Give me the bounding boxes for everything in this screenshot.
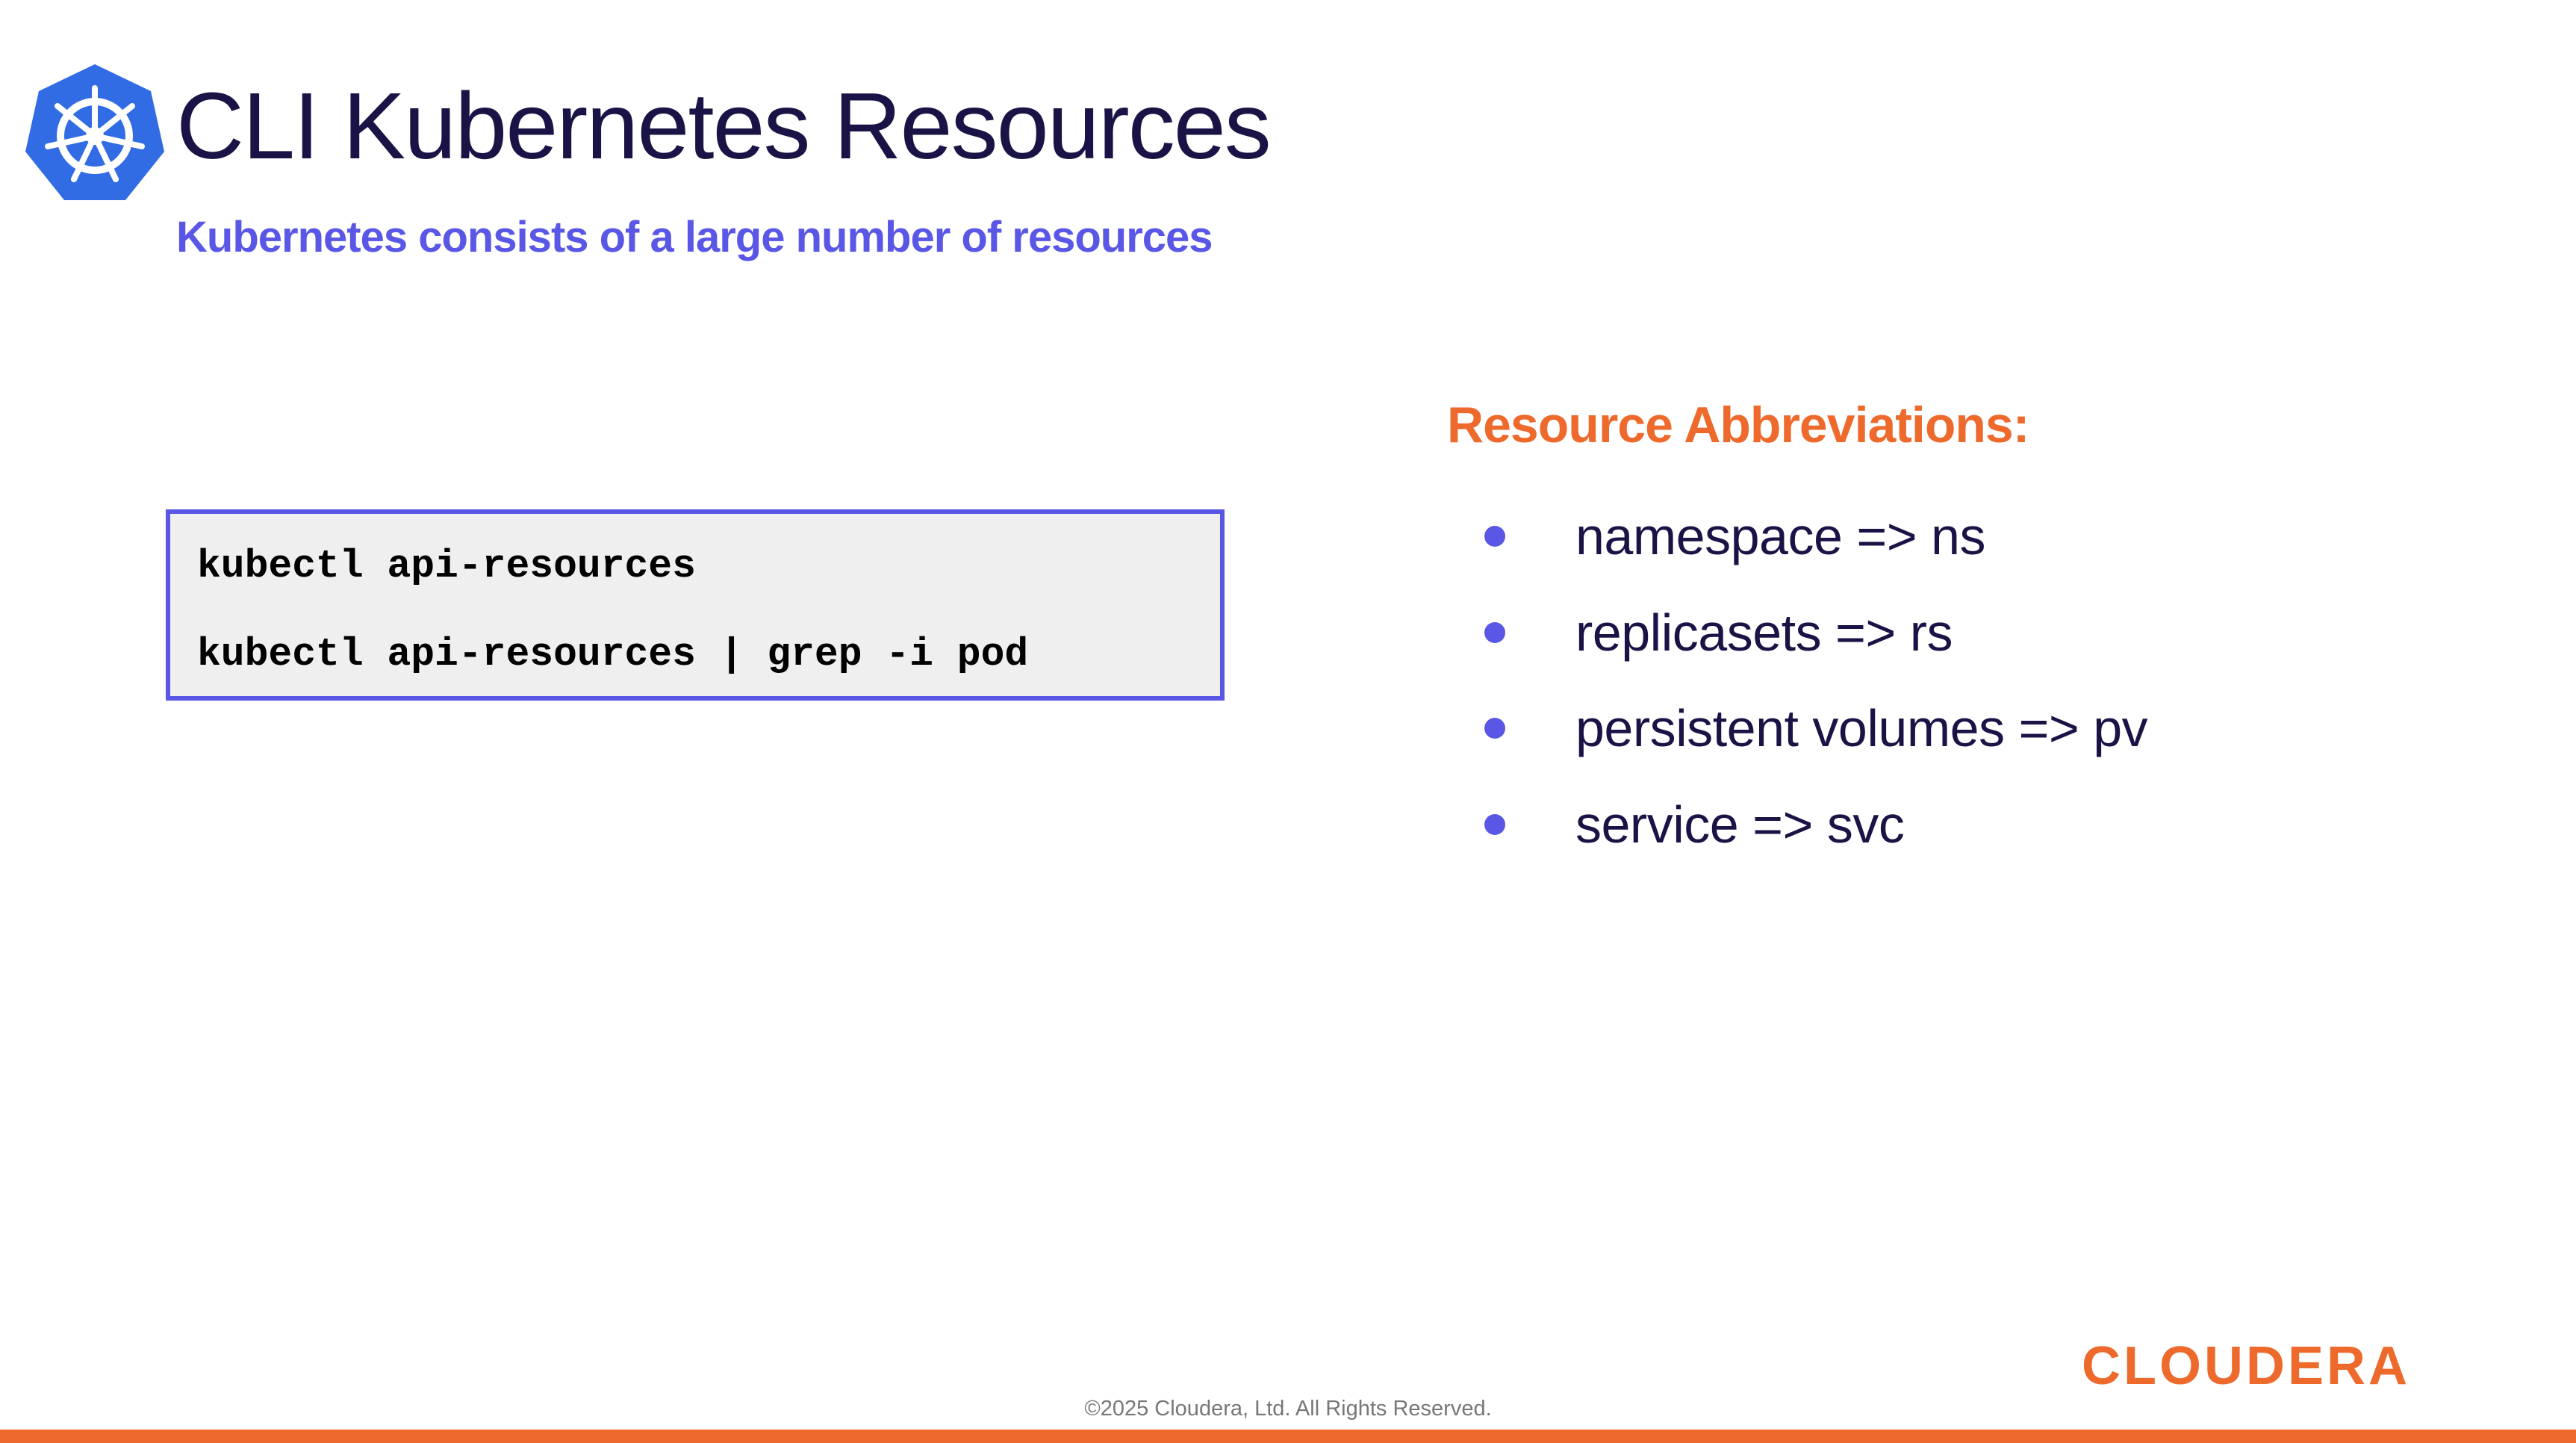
list-item: namespace => ns — [1481, 488, 2147, 585]
abbreviations-heading: Resource Abbreviations: — [1447, 397, 2029, 453]
abbreviation-text: namespace => ns — [1575, 507, 1985, 566]
abbreviations-list: namespace => ns replicasets => rs persis… — [1481, 488, 2148, 873]
cloudera-logo: CLOUDERA — [2082, 1336, 2410, 1396]
copyright-text: ©2025 Cloudera, Ltd. All Rights Reserved… — [1084, 1397, 1492, 1421]
abbreviation-text: replicasets => rs — [1575, 603, 1953, 662]
list-item: persistent volumes => pv — [1481, 680, 2148, 777]
list-item: service => svc — [1481, 777, 2147, 873]
bullet-icon — [1484, 621, 1505, 643]
kubernetes-helm-wheel-icon — [25, 64, 164, 200]
bullet-icon — [1484, 718, 1505, 739]
bottom-accent-bar — [0, 1430, 2576, 1443]
code-block: kubectl api-resources kubectl api-resour… — [166, 509, 1225, 701]
kubernetes-logo — [22, 61, 167, 203]
list-item: replicasets => rs — [1481, 585, 2147, 681]
page-title: CLI Kubernetes Resources — [176, 73, 1272, 179]
bullet-icon — [1484, 813, 1505, 835]
abbreviation-text: persistent volumes => pv — [1575, 699, 2148, 758]
abbreviation-text: service => svc — [1575, 795, 1905, 854]
bullet-icon — [1484, 526, 1505, 547]
page-subtitle: Kubernetes consists of a large number of… — [176, 213, 1213, 261]
code-line: kubectl api-resources | grep -i pod — [197, 632, 1029, 677]
code-line: kubectl api-resources — [197, 544, 696, 589]
